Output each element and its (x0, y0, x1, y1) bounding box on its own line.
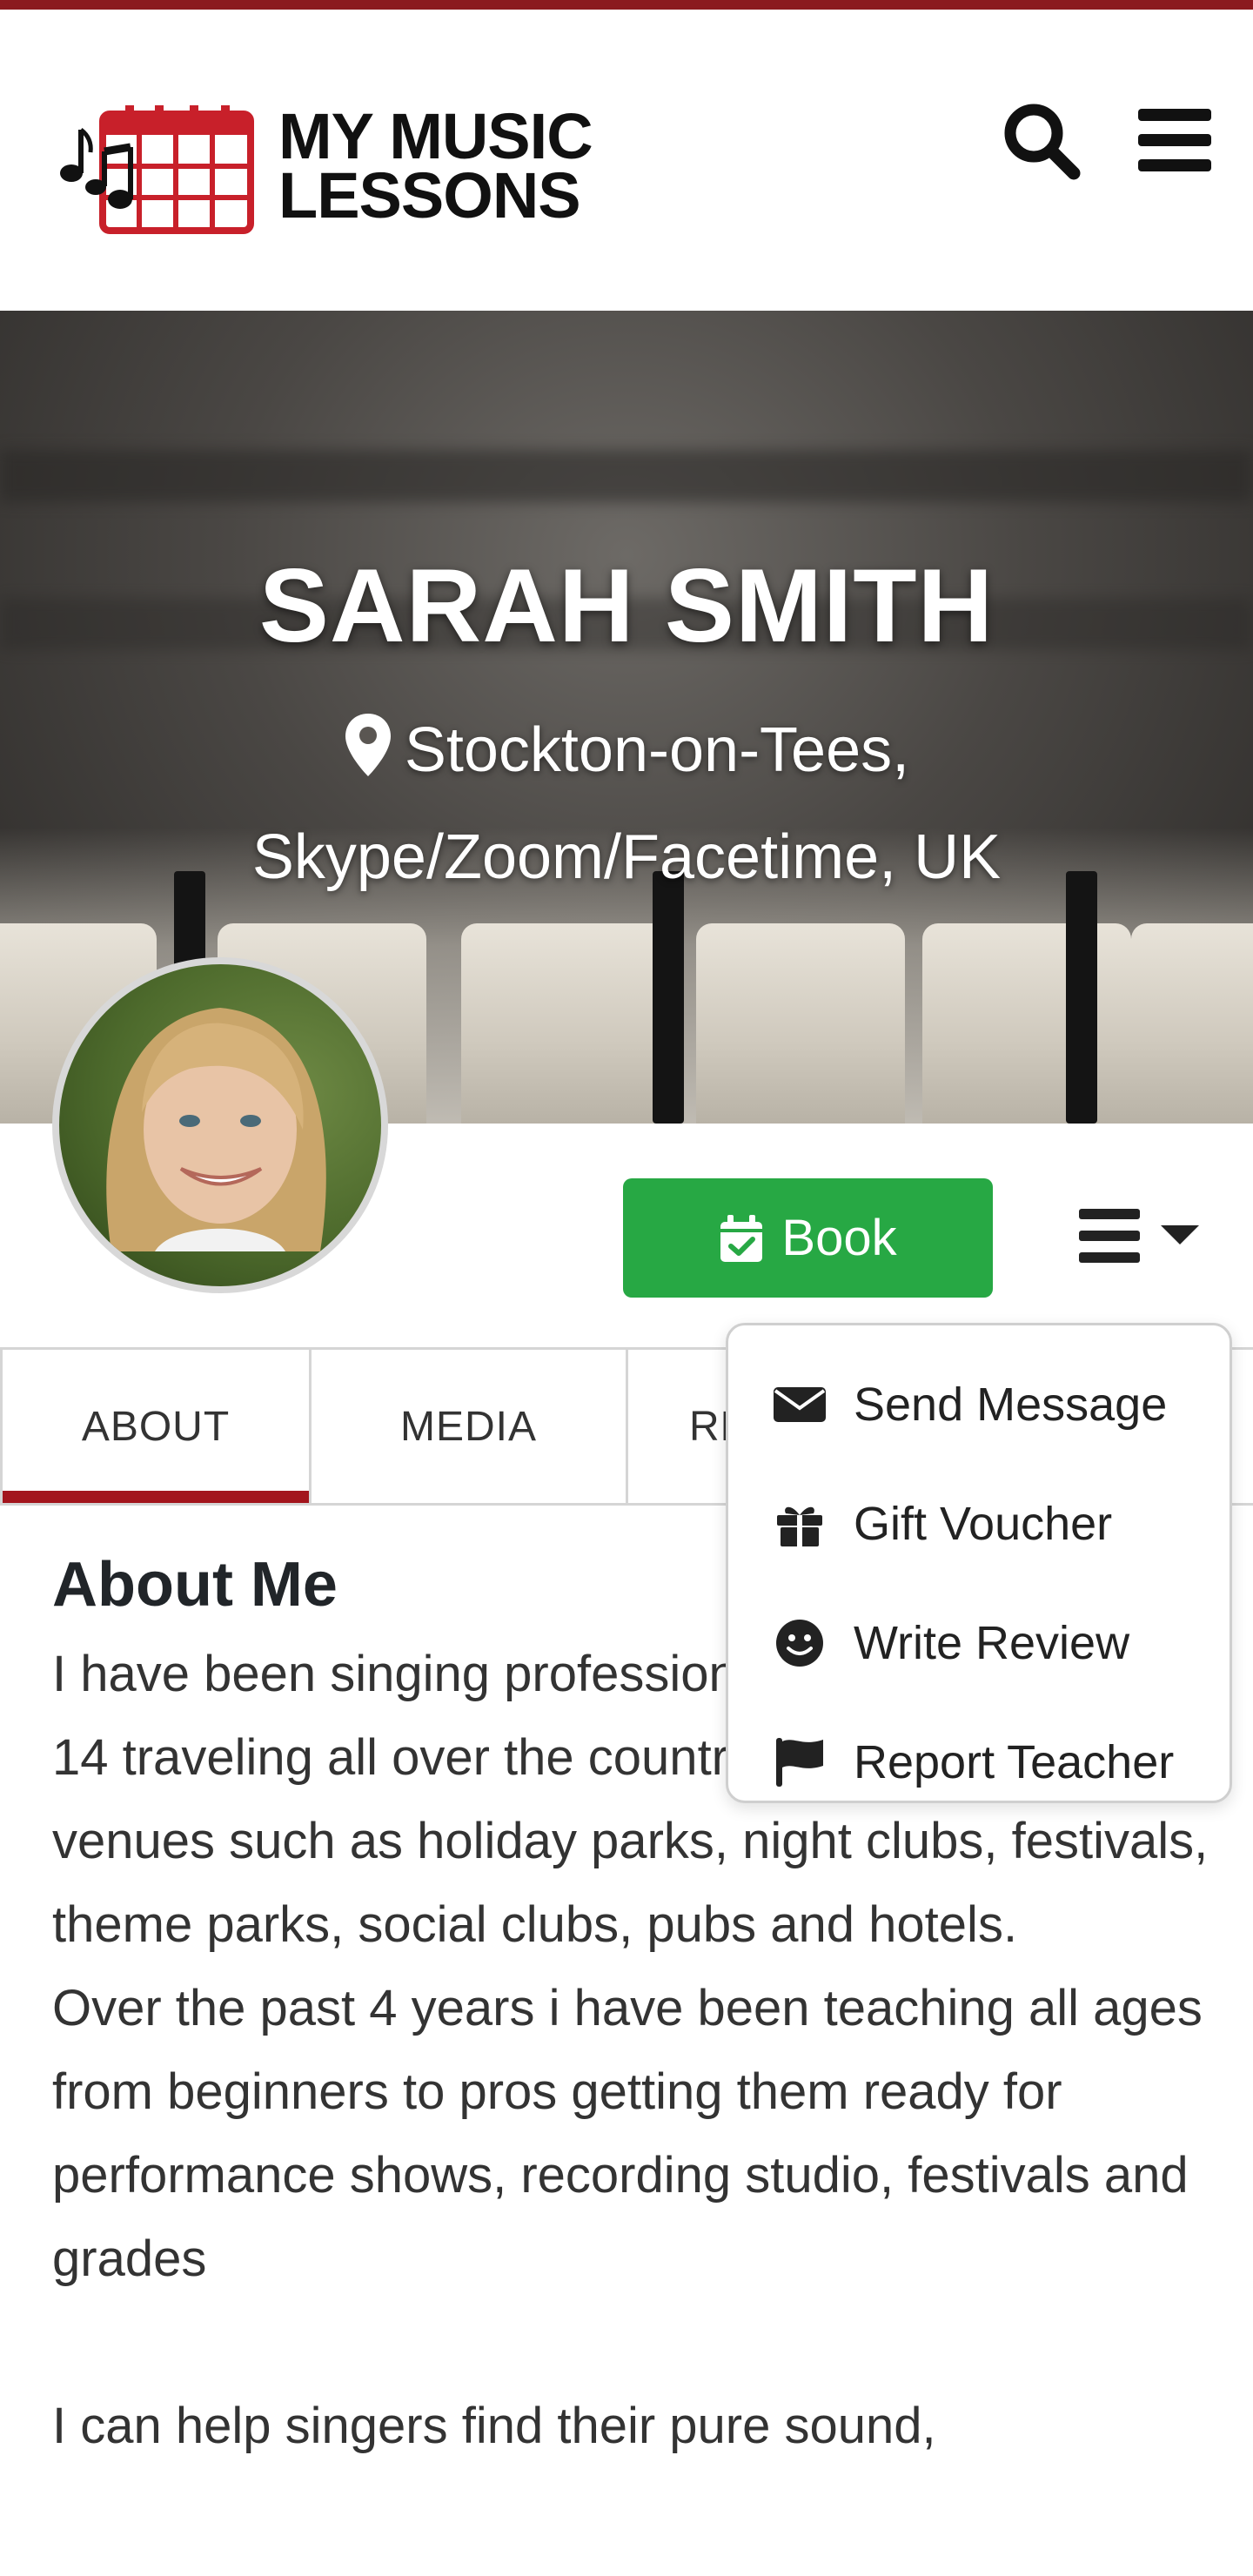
more-actions-toggle[interactable] (1079, 1192, 1227, 1279)
location-line2: Skype/Zoom/Facetime, UK (251, 822, 1002, 892)
piano-key (1131, 923, 1253, 1124)
report-teacher-label: Report Teacher (854, 1735, 1175, 1788)
gift-voucher-label: Gift Voucher (854, 1497, 1113, 1550)
send-message-item[interactable]: Send Message (728, 1345, 1230, 1464)
smile-icon (772, 1615, 828, 1671)
site-header: MY MUSIC LESSONS (0, 10, 1253, 311)
report-teacher-item[interactable]: Report Teacher (728, 1702, 1230, 1821)
main-menu-button[interactable] (1131, 97, 1218, 184)
write-review-item[interactable]: Write Review (728, 1583, 1230, 1702)
avatar-portrait (106, 1008, 326, 1251)
gift-icon (772, 1496, 828, 1552)
about-paragraph: Over the past 4 years i have been teachi… (52, 1980, 1203, 2287)
piano-key (696, 923, 905, 1124)
hamburger-menu-icon (1138, 109, 1211, 171)
piano-black-key (1066, 871, 1097, 1124)
hero-background-blur (0, 450, 1253, 502)
gift-voucher-item[interactable]: Gift Voucher (728, 1464, 1230, 1583)
calendar-music-icon (60, 105, 254, 234)
tab-media[interactable]: MEDIA (312, 1350, 628, 1503)
top-accent-bar (0, 0, 1253, 10)
piano-black-key (653, 871, 684, 1124)
search-button[interactable] (997, 97, 1084, 184)
book-button-label: Book (781, 1210, 897, 1266)
logo-line1: MY MUSIC (278, 100, 593, 172)
caret-down-icon (1161, 1225, 1199, 1244)
hamburger-menu-icon (1079, 1209, 1140, 1263)
piano-key (922, 923, 1131, 1124)
teacher-name: SARAH SMITH (258, 547, 995, 664)
flag-icon (772, 1734, 828, 1790)
piano-key (461, 923, 670, 1124)
search-icon (1004, 104, 1081, 180)
envelope-icon (772, 1377, 828, 1432)
send-message-label: Send Message (854, 1378, 1168, 1431)
location-line1: Stockton-on-Tees, (404, 715, 910, 785)
teacher-avatar (52, 957, 388, 1293)
logo-line2: LESSONS (278, 159, 581, 231)
site-logo[interactable]: MY MUSIC LESSONS (57, 104, 597, 243)
teacher-location: Stockton-on-Tees, Skype/Zoom/Facetime, U… (174, 701, 1079, 908)
calendar-check-icon (720, 1214, 763, 1262)
map-pin-icon (344, 708, 392, 808)
about-heading: About Me (52, 1550, 338, 1620)
book-button[interactable]: Book (623, 1178, 993, 1298)
tab-about[interactable]: ABOUT (0, 1350, 312, 1503)
more-actions-dropdown: Send Message Gift Voucher Write Review R… (726, 1323, 1232, 1803)
logo-text: MY MUSIC LESSONS (278, 100, 593, 231)
about-paragraph: I can help singers find their pure sound… (52, 2398, 936, 2454)
write-review-label: Write Review (854, 1616, 1130, 1669)
